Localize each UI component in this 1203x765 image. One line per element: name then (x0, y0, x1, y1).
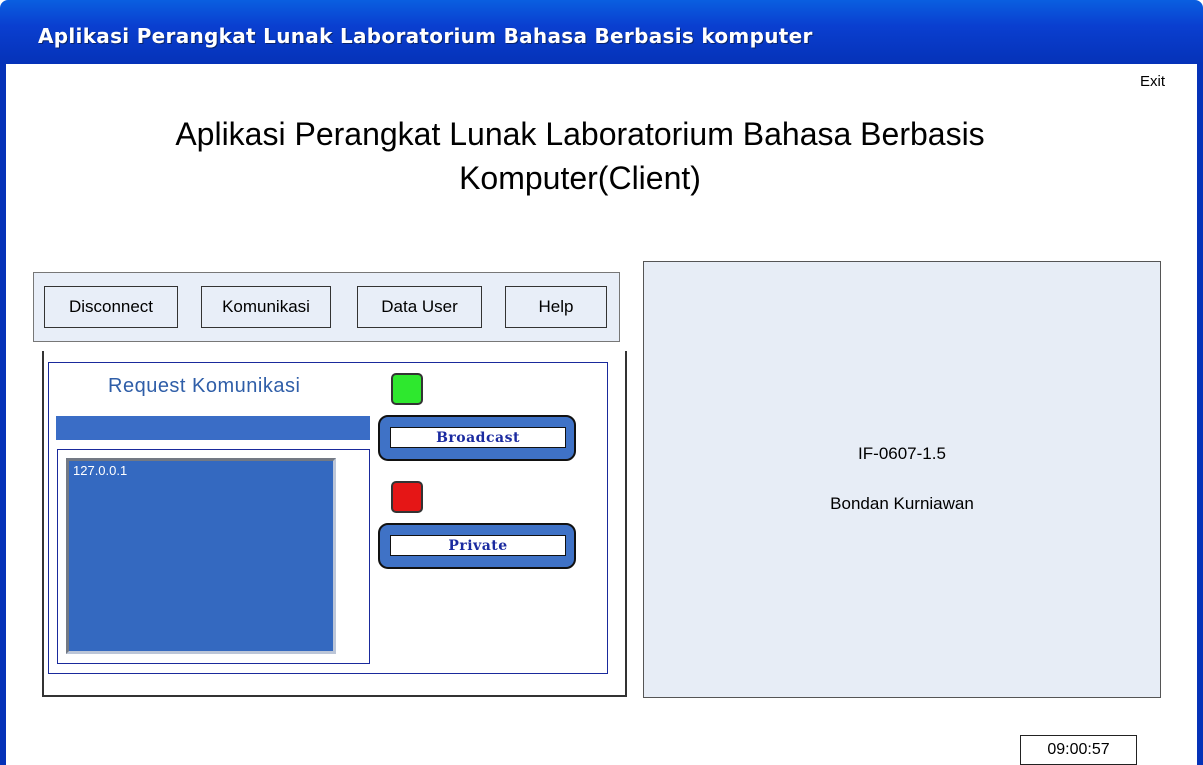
info-author-name: Bondan Kurniawan (830, 494, 974, 513)
disconnect-button[interactable]: Disconnect (44, 286, 178, 328)
request-panel-title: Request Komunikasi (108, 375, 301, 397)
broadcast-status-indicator (391, 373, 423, 405)
page-title: Aplikasi Perangkat Lunak Laboratorium Ba… (120, 112, 1040, 200)
private-button-label: Private (390, 535, 566, 556)
client-list[interactable]: 127.0.0.1 (66, 458, 336, 654)
private-button[interactable]: Private (378, 523, 576, 569)
info-panel (643, 261, 1161, 698)
page-title-line2: Komputer(Client) (459, 160, 701, 196)
data-user-button[interactable]: Data User (357, 286, 482, 328)
list-item[interactable]: 127.0.0.1 (73, 463, 329, 478)
info-course-code: IF-0607-1.5 (858, 444, 946, 463)
window-title: Aplikasi Perangkat Lunak Laboratorium Ba… (38, 24, 813, 48)
broadcast-button[interactable]: Broadcast (378, 415, 576, 461)
broadcast-button-label: Broadcast (390, 427, 566, 448)
private-status-indicator (391, 481, 423, 513)
clock-display: 09:00:57 (1020, 735, 1137, 765)
window-frame-right (1197, 64, 1203, 765)
window-titlebar: Aplikasi Perangkat Lunak Laboratorium Ba… (0, 0, 1203, 64)
page-title-line1: Aplikasi Perangkat Lunak Laboratorium Ba… (175, 116, 985, 152)
selected-client-bar (56, 416, 370, 440)
help-button[interactable]: Help (505, 286, 607, 328)
komunikasi-button[interactable]: Komunikasi (201, 286, 331, 328)
menu-bar: Disconnect Komunikasi Data User Help (33, 272, 620, 342)
exit-link[interactable]: Exit (1140, 73, 1165, 90)
